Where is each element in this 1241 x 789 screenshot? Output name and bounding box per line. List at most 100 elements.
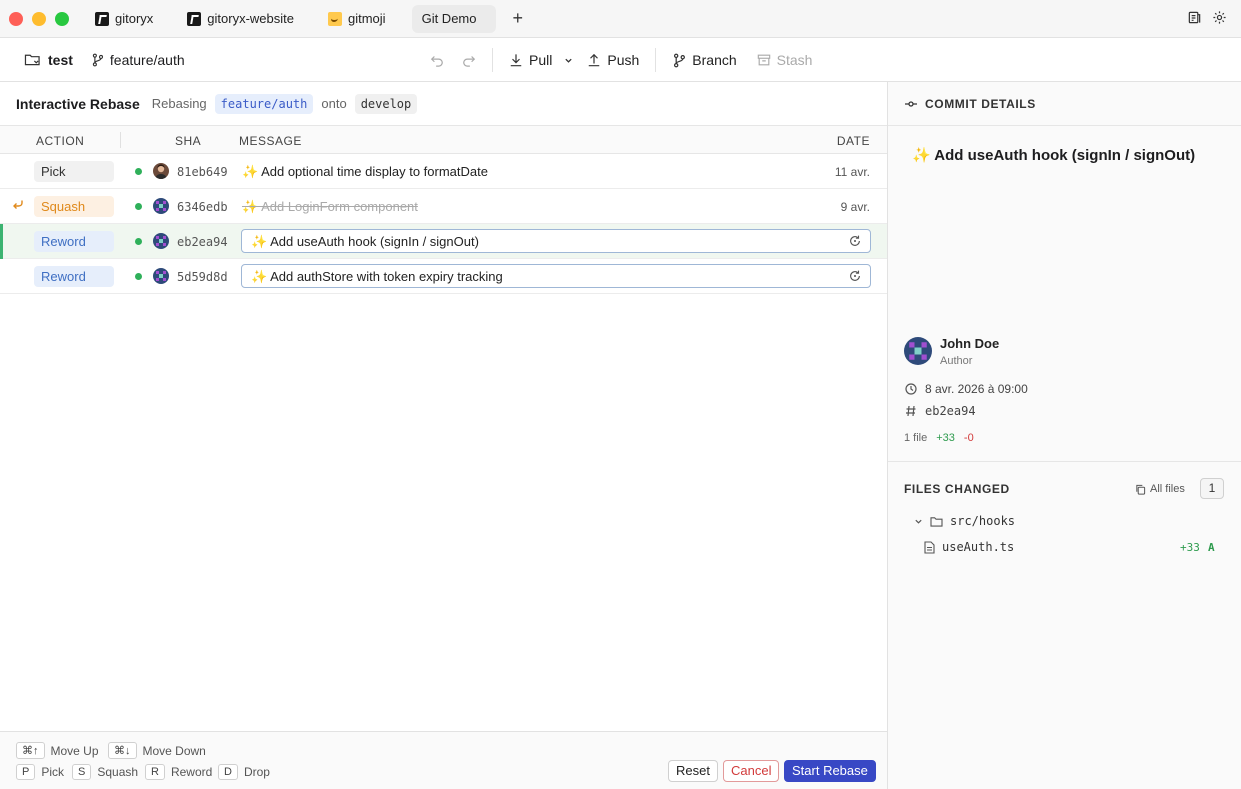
column-message: MESSAGE — [239, 134, 302, 148]
gitoryx-icon — [95, 11, 109, 26]
table-row[interactable]: Squash 6346edb ✨ Add LoginForm component… — [0, 189, 887, 224]
commit-sha-line: eb2ea94 — [905, 404, 976, 418]
tab-label: gitoryx — [115, 11, 154, 26]
action-select[interactable]: Reword — [34, 231, 114, 252]
tab-label: gitoryx-website — [207, 11, 294, 26]
avatar — [904, 337, 932, 365]
commit-date: 8 avr. 2026 à 09:00 — [925, 382, 1028, 396]
commit-date-line: 8 avr. 2026 à 09:00 — [905, 382, 1028, 396]
commit-message: ✨ Add optional time display to formatDat… — [242, 164, 488, 179]
author-role: Author — [940, 355, 973, 367]
message-value: ✨ Add authStore with token expiry tracki… — [251, 269, 503, 284]
tree-folder[interactable]: src/hooks — [914, 514, 1015, 528]
column-date: DATE — [836, 134, 870, 148]
kbd-key: R — [145, 764, 165, 780]
tab-gitoryx[interactable]: gitoryx — [87, 5, 165, 33]
commit-sha: 6346edb — [177, 200, 228, 214]
target-branch-badge: develop — [354, 93, 418, 114]
toolbar-divider — [655, 48, 657, 72]
zoom-window-button[interactable] — [55, 11, 69, 26]
rebase-footer: ⌘↑ Move Up ⌘↓ Move Down P Pick S Squash … — [0, 731, 887, 789]
reset-message-icon[interactable] — [848, 269, 862, 283]
table-row[interactable]: Reword 5d59d8d ✨ Add authStore with toke… — [0, 259, 887, 294]
shortcut-drop: D Drop — [218, 764, 270, 780]
folder-name: src/hooks — [950, 514, 1016, 528]
column-action: ACTION — [36, 134, 85, 148]
kbd-key: ⌘↑ — [16, 742, 45, 759]
avatar — [153, 233, 169, 249]
repo-selector[interactable]: test — [24, 52, 73, 68]
tab-gitmoji[interactable]: gitmoji — [320, 5, 398, 33]
shortcut-label: Reword — [170, 765, 213, 779]
start-rebase-button[interactable]: Start Rebase — [784, 760, 876, 782]
avatar — [153, 163, 169, 179]
close-window-button[interactable] — [9, 11, 23, 26]
file-status-badge: A — [1208, 541, 1215, 554]
status-dot — [135, 203, 142, 210]
branch-selector[interactable]: feature/auth — [91, 52, 185, 68]
commit-message: ✨ Add LoginForm component — [242, 199, 418, 214]
toolbar-divider — [492, 48, 493, 72]
shortcut-label: Pick — [41, 765, 65, 779]
branch-label: Branch — [692, 52, 737, 68]
status-dot — [135, 238, 142, 245]
git-branch-icon — [92, 53, 103, 66]
gitmoji-icon — [328, 11, 342, 26]
commit-details-header: COMMIT DETAILS — [888, 82, 1241, 126]
chevron-down-icon — [915, 519, 922, 524]
source-branch-badge: feature/auth — [214, 93, 314, 114]
stash-label: Stash — [776, 52, 813, 68]
shortcut-pick: P Pick — [16, 764, 64, 780]
commit-stats: 1 file +33 -0 — [904, 432, 974, 444]
copy-icon — [1136, 484, 1146, 495]
rebasing-label: Rebasing — [151, 96, 207, 111]
reset-message-icon[interactable] — [848, 234, 862, 248]
avatar — [153, 198, 169, 214]
table-row[interactable]: Reword eb2ea94 ✨ Add useAuth hook (signI… — [0, 224, 887, 259]
log-icon[interactable] — [1187, 10, 1202, 25]
redo-icon[interactable] — [462, 53, 476, 67]
push-button[interactable]: Push — [587, 52, 639, 68]
column-sha: SHA — [175, 134, 202, 148]
action-select[interactable]: Pick — [34, 161, 114, 182]
tree-file[interactable]: useAuth.ts — [924, 540, 1014, 554]
shortcut-label: Squash — [97, 765, 139, 779]
action-select[interactable]: Squash — [34, 196, 114, 217]
additions-count: +33 — [936, 432, 955, 444]
git-branch-icon — [674, 53, 686, 67]
reset-button[interactable]: Reset — [668, 760, 718, 782]
undo-icon[interactable] — [430, 53, 444, 67]
tab-gitoryx-website[interactable]: gitoryx-website — [179, 5, 306, 33]
tab-git-demo[interactable]: Git Demo — [411, 4, 497, 33]
reword-message-input[interactable]: ✨ Add useAuth hook (signIn / signOut) — [241, 229, 871, 253]
branch-button[interactable]: Branch — [672, 52, 737, 68]
reword-message-input[interactable]: ✨ Add authStore with token expiry tracki… — [241, 264, 871, 288]
shortcut-label: Move Down — [142, 743, 206, 758]
gear-icon[interactable] — [1212, 10, 1227, 25]
minimize-window-button[interactable] — [32, 11, 46, 26]
file-icon — [924, 540, 935, 554]
shortcut-move-down: ⌘↓ Move Down — [108, 742, 206, 759]
repo-name: test — [48, 51, 73, 68]
chevron-down-icon[interactable] — [564, 56, 573, 65]
gitoryx-icon — [187, 11, 202, 26]
commit-title: ✨ Add useAuth hook (signIn / signOut) — [912, 147, 1196, 164]
new-tab-button[interactable]: + — [512, 8, 523, 29]
cancel-button[interactable]: Cancel — [723, 760, 780, 782]
action-select[interactable]: Reword — [34, 266, 114, 287]
pull-button[interactable]: Pull — [509, 52, 552, 68]
table-row[interactable]: Pick 81eb649 ✨ Add optional time display… — [0, 154, 887, 189]
shortcut-label: Move Up — [50, 743, 99, 758]
all-files-toggle[interactable]: All files — [1135, 483, 1185, 495]
deletions-count: -0 — [963, 432, 974, 444]
branch-name: feature/auth — [109, 51, 185, 68]
commit-sha: eb2ea94 — [925, 404, 976, 418]
section-divider — [888, 461, 1241, 462]
archive-icon — [757, 54, 770, 66]
stash-button[interactable]: Stash — [757, 52, 813, 68]
shortcut-squash: S Squash — [72, 764, 138, 780]
column-divider — [120, 132, 121, 148]
shortcut-move-up: ⌘↑ Move Up — [16, 742, 99, 759]
hash-icon — [906, 405, 916, 417]
download-icon — [510, 54, 522, 67]
